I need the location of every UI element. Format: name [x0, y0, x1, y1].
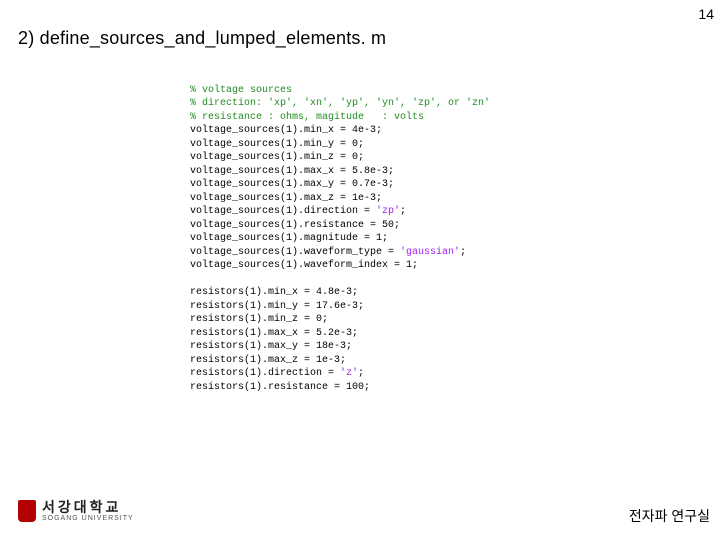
- university-name-en: SOGANG UNIVERSITY: [42, 515, 134, 522]
- page-number: 14: [698, 6, 714, 22]
- code-line: voltage_sources(1).magnitude = 1;: [190, 233, 388, 244]
- code-line: voltage_sources(1).direction = 'zp';: [190, 206, 406, 217]
- university-name-kr: 서강대학교: [42, 500, 134, 515]
- university-text: 서강대학교 SOGANG UNIVERSITY: [42, 500, 134, 522]
- page-title: 2) define_sources_and_lumped_elements. m: [18, 28, 386, 49]
- code-comment: % direction: 'xp', 'xn', 'yp', 'yn', 'zp…: [190, 98, 490, 109]
- code-line: resistors(1).max_y = 18e-3;: [190, 341, 352, 352]
- code-line: voltage_sources(1).max_y = 0.7e-3;: [190, 179, 394, 190]
- code-line: resistors(1).resistance = 100;: [190, 382, 370, 393]
- code-line: resistors(1).min_z = 0;: [190, 314, 328, 325]
- code-comment: % resistance : ohms, magitude : volts: [190, 112, 424, 123]
- code-line: voltage_sources(1).waveform_index = 1;: [190, 260, 418, 271]
- code-line: resistors(1).max_x = 5.2e-3;: [190, 328, 358, 339]
- code-line: voltage_sources(1).min_x = 4e-3;: [190, 125, 382, 136]
- lab-name: 전자파 연구실: [629, 506, 710, 526]
- code-line: voltage_sources(1).min_y = 0;: [190, 139, 364, 150]
- code-line: resistors(1).min_x = 4.8e-3;: [190, 287, 358, 298]
- code-line: resistors(1).min_y = 17.6e-3;: [190, 301, 364, 312]
- code-block: % voltage sources % direction: 'xp', 'xn…: [190, 70, 490, 394]
- code-line: voltage_sources(1).waveform_type = 'gaus…: [190, 247, 466, 258]
- code-line: voltage_sources(1).max_x = 5.8e-3;: [190, 166, 394, 177]
- code-line: voltage_sources(1).max_z = 1e-3;: [190, 193, 382, 204]
- university-logo: 서강대학교 SOGANG UNIVERSITY: [18, 500, 134, 522]
- code-line: resistors(1).direction = 'z';: [190, 368, 364, 379]
- code-comment: % voltage sources: [190, 85, 292, 96]
- code-line: resistors(1).max_z = 1e-3;: [190, 355, 346, 366]
- crest-icon: [18, 500, 36, 522]
- code-line: voltage_sources(1).resistance = 50;: [190, 220, 400, 231]
- code-line: voltage_sources(1).min_z = 0;: [190, 152, 364, 163]
